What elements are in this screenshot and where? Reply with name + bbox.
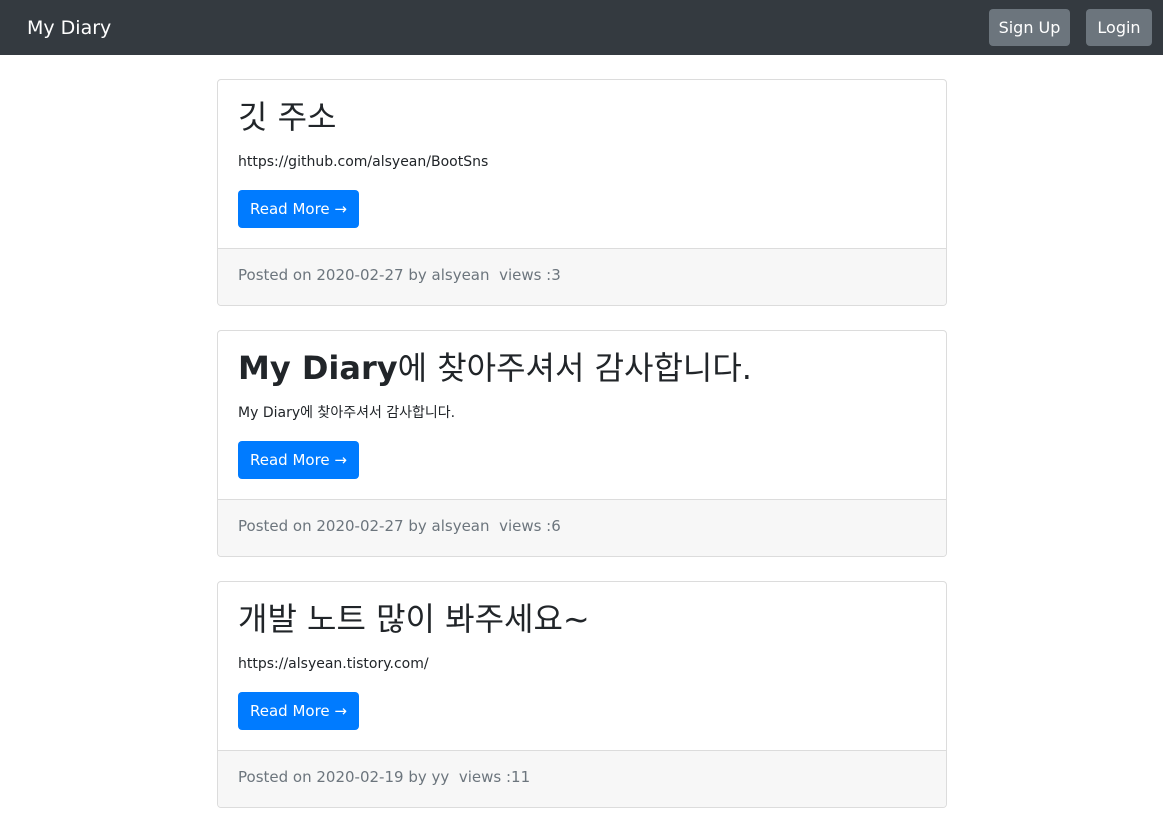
post-author: alsyean — [431, 517, 490, 535]
post-footer: Posted on 2020-02-27 by alsyean views :3 — [218, 248, 946, 305]
read-more-button[interactable]: Read More → — [238, 441, 359, 479]
post-title-bold: My Diary — [238, 349, 398, 387]
post-date: 2020-02-27 — [316, 517, 404, 535]
post-title: My Diary에 찾아주셔서 감사합니다. — [238, 347, 752, 389]
post-card: 깃 주소 https://github.com/alsyean/BootSns … — [217, 79, 947, 306]
sign-up-button[interactable]: Sign Up — [989, 9, 1070, 46]
read-more-button[interactable]: Read More → — [238, 692, 359, 730]
login-button[interactable]: Login — [1086, 9, 1152, 46]
brand-link[interactable]: My Diary — [27, 15, 111, 41]
top-navbar: My Diary Sign Up Login — [0, 0, 1163, 55]
post-content: My Diary에 찾아주셔서 감사합니다. — [238, 405, 456, 421]
by-label: by — [408, 517, 427, 535]
by-label: by — [408, 266, 427, 284]
post-author: yy — [431, 768, 450, 786]
post-footer: Posted on 2020-02-19 by yy views :11 — [218, 750, 946, 807]
post-title-text: 에 찾아주셔서 감사합니다. — [397, 349, 752, 387]
post-date: 2020-02-19 — [316, 768, 404, 786]
post-views: views :6 — [499, 517, 561, 535]
post-card-body: My Diary에 찾아주셔서 감사합니다. My Diary에 찾아주셔서 감… — [218, 331, 946, 499]
post-content: https://alsyean.tistory.com/ — [238, 656, 429, 672]
read-more-button[interactable]: Read More → — [238, 190, 359, 228]
posted-on-label: Posted on — [238, 517, 312, 535]
post-meta: Posted on 2020-02-27 by alsyean views :6 — [238, 516, 561, 536]
post-title-text: 개발 노트 많이 봐주세요~ — [238, 600, 590, 638]
post-card: My Diary에 찾아주셔서 감사합니다. My Diary에 찾아주셔서 감… — [217, 330, 947, 557]
post-meta: Posted on 2020-02-19 by yy views :11 — [238, 767, 530, 787]
post-author: alsyean — [431, 266, 490, 284]
post-views: views :3 — [499, 266, 561, 284]
post-title-text: 깃 주소 — [238, 98, 337, 136]
post-title: 깃 주소 — [238, 96, 337, 138]
post-date: 2020-02-27 — [316, 266, 404, 284]
post-views: views :11 — [458, 768, 531, 786]
posted-on-label: Posted on — [238, 266, 312, 284]
post-card-body: 깃 주소 https://github.com/alsyean/BootSns … — [218, 80, 946, 248]
post-card: 개발 노트 많이 봐주세요~ https://alsyean.tistory.c… — [217, 581, 947, 808]
post-meta: Posted on 2020-02-27 by alsyean views :3 — [238, 265, 561, 285]
by-label: by — [408, 768, 427, 786]
posted-on-label: Posted on — [238, 768, 312, 786]
post-footer: Posted on 2020-02-27 by alsyean views :6 — [218, 499, 946, 556]
post-title: 개발 노트 많이 봐주세요~ — [238, 598, 590, 640]
post-content: https://github.com/alsyean/BootSns — [238, 154, 489, 170]
post-card-body: 개발 노트 많이 봐주세요~ https://alsyean.tistory.c… — [218, 582, 946, 750]
